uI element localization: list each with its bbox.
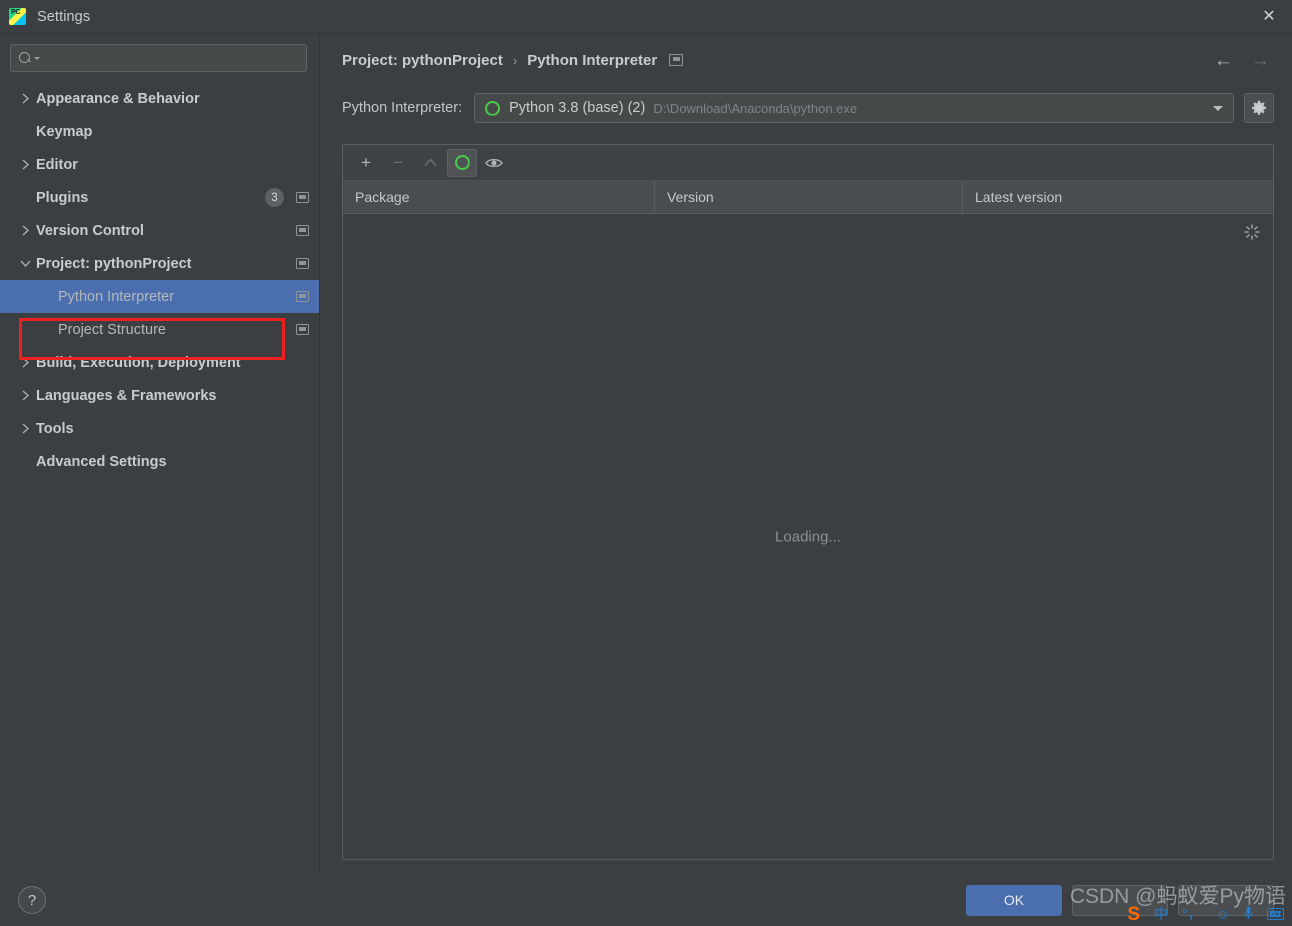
sidebar-item-languages-frameworks[interactable]: Languages & Frameworks [0,379,319,412]
sidebar-item-appearance-behavior[interactable]: Appearance & Behavior [0,82,319,115]
sidebar-item-label: Appearance & Behavior [36,90,200,107]
chevron-right-icon[interactable] [14,159,36,170]
sidebar-item-project[interactable]: Project: pythonProject [0,247,319,280]
breadcrumb-separator: › [512,52,518,68]
gear-icon[interactable] [1244,93,1274,123]
sidebar-item-label: Plugins [36,189,89,206]
sidebar-item-build-execution-deployment[interactable]: Build, Execution, Deployment [0,346,319,379]
interpreter-label: Python Interpreter: [342,100,463,116]
sidebar-item-label: Keymap [36,123,93,140]
arrow-right-icon[interactable]: → [1251,51,1270,70]
chevron-right-icon[interactable] [14,225,36,236]
search-box[interactable] [10,44,307,72]
sidebar-item-label: Tools [36,420,74,437]
packages-table-body: Loading... [343,214,1273,859]
arrow-left-icon[interactable]: ← [1214,51,1233,70]
chevron-down-icon[interactable] [1205,94,1231,122]
title-bar: Settings ✕ [0,0,1292,34]
ok-button[interactable]: OK [966,884,1062,916]
packages-table-header: Package Version Latest version [343,181,1273,214]
sidebar-item-editor[interactable]: Editor [0,148,319,181]
loading-label: Loading... [775,528,841,545]
dialog-body: Appearance & Behavior Keymap Editor Plug… [0,34,1292,874]
footer-buttons: OK [966,884,1274,916]
sidebar-item-tools[interactable]: Tools [0,412,319,445]
cancel-button[interactable] [1072,884,1168,916]
dialog-footer: ? OK CSDN @蚂蚁爱Py物语 S 中 °， ☺ [0,874,1292,926]
breadcrumb: Project: pythonProject › Python Interpre… [342,34,1274,86]
sidebar-item-label: Version Control [36,222,144,239]
sidebar-item-label: Editor [36,156,78,173]
sidebar-item-label: Project Structure [58,321,166,338]
chevron-right-icon[interactable] [14,423,36,434]
breadcrumb-current: Python Interpreter [527,51,658,69]
loading-spinner-icon [1244,224,1260,240]
settings-sync-icon [296,324,309,335]
navigation-arrows: ← → [1214,51,1274,70]
settings-sync-icon [296,225,309,236]
sidebar-item-python-interpreter[interactable]: Python Interpreter [0,280,319,313]
sidebar-item-label: Project: pythonProject [36,255,192,272]
interpreter-name: Python 3.8 (base) (2) [509,100,646,116]
search-icon [19,51,33,65]
column-header-latest-version[interactable]: Latest version [963,181,1273,213]
pycharm-icon [9,8,26,25]
chevron-right-icon[interactable] [14,390,36,401]
sidebar-item-project-structure[interactable]: Project Structure [0,313,319,346]
sidebar-item-keymap[interactable]: Keymap [0,115,319,148]
packages-toolbar: + − [343,145,1273,181]
chevron-down-icon[interactable] [14,259,36,268]
sidebar-item-label: Python Interpreter [58,288,175,305]
remove-package-button[interactable]: − [383,149,413,177]
settings-sync-icon [669,54,684,66]
settings-tree: Appearance & Behavior Keymap Editor Plug… [0,78,319,478]
interpreter-select[interactable]: Python 3.8 (base) (2) D:\Download\Anacon… [474,93,1234,123]
apply-button[interactable] [1178,884,1274,916]
add-package-button[interactable]: + [351,149,381,177]
sidebar-item-label: Advanced Settings [36,453,167,470]
sidebar-item-advanced-settings[interactable]: Advanced Settings [0,445,319,478]
show-early-releases-button[interactable] [479,149,509,177]
sidebar-item-plugins[interactable]: Plugins 3 [0,181,319,214]
breadcrumb-parent[interactable]: Project: pythonProject [342,52,503,69]
chevron-right-icon[interactable] [14,357,36,368]
column-header-package[interactable]: Package [343,181,655,213]
sidebar-item-version-control[interactable]: Version Control [0,214,319,247]
conda-env-icon [454,155,470,170]
interpreter-row: Python Interpreter: Python 3.8 (base) (2… [342,86,1274,130]
column-header-version[interactable]: Version [655,181,963,213]
settings-sync-icon [296,192,309,203]
search-container [0,34,319,78]
close-icon[interactable]: ✕ [1246,0,1292,34]
conda-env-icon [485,100,501,116]
chevron-right-icon[interactable] [14,93,36,104]
settings-sidebar: Appearance & Behavior Keymap Editor Plug… [0,34,320,874]
main-pane: Project: pythonProject › Python Interpre… [320,34,1292,874]
settings-dialog: Settings ✕ Appearance & Behavior [0,0,1292,926]
help-button[interactable]: ? [18,886,46,914]
packages-panel: + − Package Version Latest version Loadi… [342,144,1274,860]
interpreter-path: D:\Download\Anaconda\python.exe [653,100,858,116]
sidebar-item-label: Build, Execution, Deployment [36,354,241,371]
window-title: Settings [37,8,91,25]
settings-sync-icon [296,291,309,302]
settings-sync-icon [296,258,309,269]
upgrade-package-button[interactable] [415,149,445,177]
plugins-count-badge: 3 [265,188,284,207]
sidebar-item-label: Languages & Frameworks [36,387,217,404]
conda-refresh-button[interactable] [447,148,477,177]
search-input[interactable] [40,50,306,66]
